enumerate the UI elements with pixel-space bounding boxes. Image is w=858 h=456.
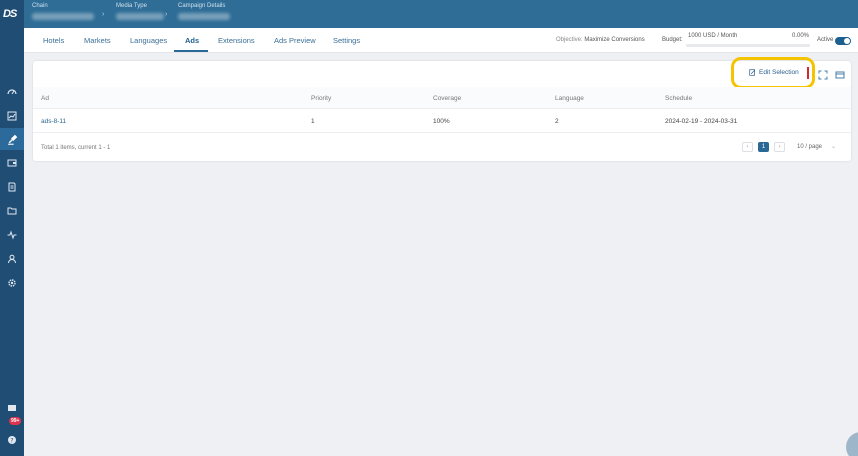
column-header-schedule[interactable]: Schedule xyxy=(665,95,692,102)
chevron-right-icon: › xyxy=(102,11,105,18)
top-header: Chain › Media Type › Campaign Details xyxy=(24,0,858,28)
coverage-cell: 100% xyxy=(433,118,450,125)
wallet-icon[interactable] xyxy=(6,157,18,169)
status-label: Active xyxy=(817,37,834,43)
column-settings-icon[interactable] xyxy=(835,67,845,79)
objective-value: Maximize Conversions xyxy=(584,37,645,43)
floating-help-button[interactable] xyxy=(846,432,858,456)
edit-selection-label: Edit Selection xyxy=(759,68,799,76)
redacted-value xyxy=(32,13,94,20)
breadcrumb-chain[interactable]: Chain xyxy=(32,3,94,20)
edit-icon xyxy=(749,68,756,76)
fullscreen-icon[interactable] xyxy=(818,67,828,80)
pagination-total: Total 1 items, current 1 - 1 xyxy=(41,145,111,151)
help-icon[interactable]: ? xyxy=(6,434,18,446)
folder-icon[interactable] xyxy=(6,205,18,217)
redacted-value xyxy=(116,13,164,20)
gavel-icon[interactable] xyxy=(0,128,24,150)
tab-ads[interactable]: Ads xyxy=(185,36,199,45)
dashboard-icon[interactable] xyxy=(6,86,18,98)
tab-bar: Hotels Markets Languages Ads Extensions … xyxy=(24,28,858,53)
tab-extensions[interactable]: Extensions xyxy=(218,36,255,45)
tab-hotels[interactable]: Hotels xyxy=(43,36,64,45)
sidebar: DS 99+ ? xyxy=(0,0,24,456)
schedule-cell: 2024-02-19 - 2024-03-31 xyxy=(665,118,738,125)
column-header-coverage[interactable]: Coverage xyxy=(433,95,461,102)
active-tab-indicator xyxy=(174,50,208,52)
gear-icon[interactable] xyxy=(6,277,18,289)
objective: Objective: Maximize Conversions xyxy=(556,37,645,43)
ads-table-card: Edit Selection Ad Priority Coverage Lang… xyxy=(33,57,851,161)
redacted-value xyxy=(178,13,230,20)
logo[interactable]: DS xyxy=(3,8,21,24)
language-cell: 2 xyxy=(555,118,559,125)
ad-name-link[interactable]: ads-8-11 xyxy=(41,118,66,125)
objective-label: Objective: xyxy=(556,37,583,43)
chart-icon[interactable] xyxy=(6,110,18,122)
news-icon[interactable] xyxy=(6,402,18,414)
breadcrumb-chain-label: Chain xyxy=(32,3,48,9)
edit-selection-button[interactable]: Edit Selection xyxy=(745,65,807,79)
budget-value: 1000 USD / Month xyxy=(688,33,738,39)
active-toggle[interactable] xyxy=(835,37,851,45)
notification-badge: 99+ xyxy=(9,417,22,425)
tab-languages[interactable]: Languages xyxy=(130,36,167,45)
pagination-next-button[interactable]: › xyxy=(774,142,785,152)
column-header-ad[interactable]: Ad xyxy=(41,95,49,102)
indicator-mark xyxy=(807,67,809,79)
table-row[interactable]: ads-8-11 1 100% 2 2024-02-19 - 2024-03-3… xyxy=(33,109,851,133)
page-size-select[interactable]: 10 / page xyxy=(797,144,822,150)
tab-markets[interactable]: Markets xyxy=(84,36,111,45)
report-icon[interactable] xyxy=(6,181,18,193)
breadcrumb-campaign-details-label: Campaign Details xyxy=(178,3,226,9)
pagination-page-1[interactable]: 1 xyxy=(758,142,769,152)
breadcrumb-media-type-label: Media Type xyxy=(116,3,147,9)
activity-icon[interactable] xyxy=(6,229,18,241)
table-header: Ad Priority Coverage Language Schedule xyxy=(33,87,851,109)
breadcrumb-campaign-details[interactable]: Campaign Details xyxy=(178,3,230,20)
svg-text:?: ? xyxy=(10,437,13,444)
priority-cell: 1 xyxy=(311,118,315,125)
column-header-language[interactable]: Language xyxy=(555,95,584,102)
tab-ads-preview[interactable]: Ads Preview xyxy=(274,36,316,45)
pagination-prev-button[interactable]: ‹ xyxy=(742,142,753,152)
chevron-down-icon[interactable]: ⌄ xyxy=(831,143,836,150)
column-header-priority[interactable]: Priority xyxy=(311,95,331,102)
budget-percent: 0.00% xyxy=(792,33,810,39)
chevron-right-icon: › xyxy=(165,11,168,18)
user-icon[interactable] xyxy=(6,253,18,265)
tab-settings[interactable]: Settings xyxy=(333,36,360,45)
budget-label: Budget: xyxy=(662,37,683,43)
budget-progress-bar xyxy=(686,44,810,47)
breadcrumb-media-type[interactable]: Media Type xyxy=(116,3,164,20)
